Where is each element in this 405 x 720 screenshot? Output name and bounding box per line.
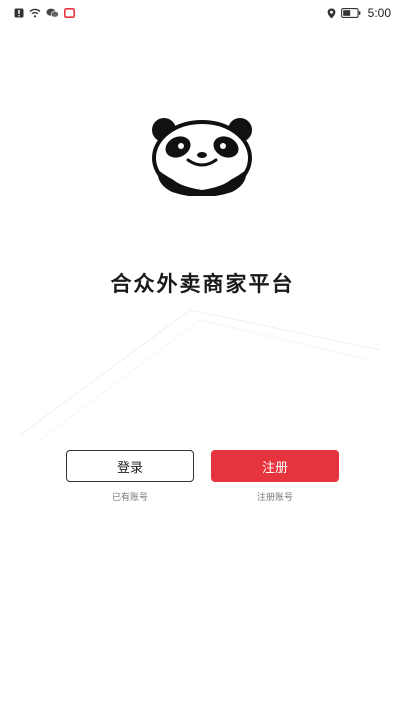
screen: 5:00 合众外卖商家平台 登录 注册 已有账号 注册账号 bbox=[0, 0, 405, 720]
status-bar-right: 5:00 bbox=[327, 6, 391, 20]
wechat-icon bbox=[46, 7, 59, 19]
battery-icon bbox=[340, 7, 361, 19]
login-button[interactable]: 登录 bbox=[66, 450, 194, 482]
panda-logo bbox=[152, 118, 252, 196]
register-caption: 注册账号 bbox=[256, 493, 293, 503]
background-decoration bbox=[19, 309, 381, 441]
status-bar-left bbox=[14, 7, 75, 19]
register-button[interactable]: 注册 bbox=[211, 450, 339, 482]
location-icon bbox=[327, 7, 336, 19]
login-caption: 已有账号 bbox=[111, 493, 148, 503]
panda-nose bbox=[197, 152, 207, 158]
wifi-icon bbox=[29, 7, 41, 19]
status-time: 5:00 bbox=[367, 6, 391, 20]
status-bar: 5:00 bbox=[0, 0, 405, 26]
alert-icon bbox=[14, 7, 24, 19]
app-notification-icon bbox=[64, 7, 75, 19]
